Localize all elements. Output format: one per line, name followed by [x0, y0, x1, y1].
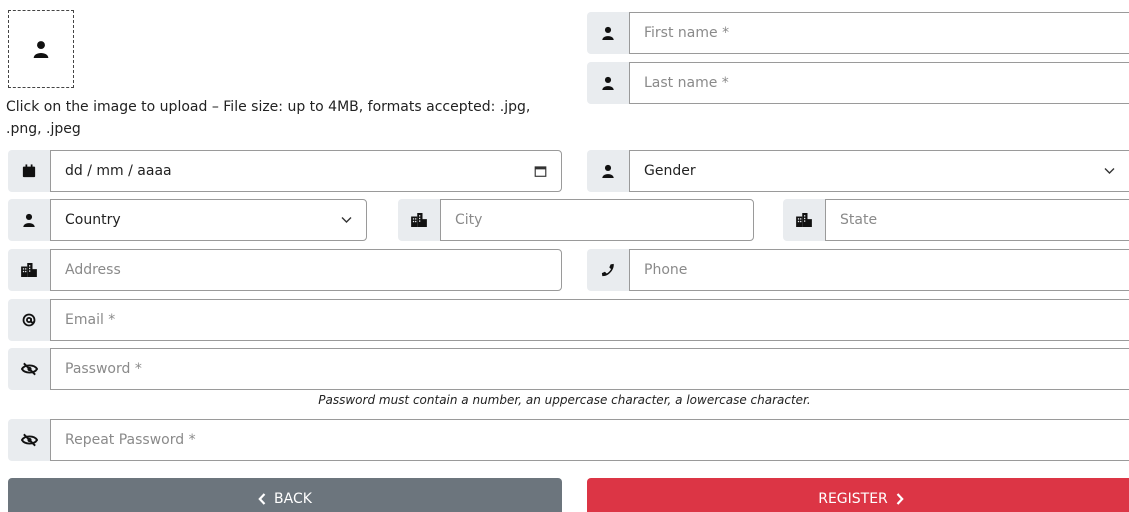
chevron-right-icon — [896, 493, 904, 505]
eye-slash-icon[interactable] — [8, 348, 50, 390]
city-placeholder: City — [455, 212, 483, 228]
password-placeholder: Password * — [65, 361, 142, 377]
state-placeholder: State — [840, 212, 878, 228]
calendar-icon — [8, 150, 50, 192]
at-icon — [8, 299, 50, 341]
address-placeholder: Address — [65, 262, 121, 278]
address-input[interactable]: Address — [50, 249, 562, 291]
birthdate-group: dd / mm / aaaa — [8, 150, 562, 192]
repeat-password-input[interactable]: Repeat Password * — [50, 419, 1129, 461]
email-placeholder: Email * — [65, 312, 116, 328]
password-group: Password * — [8, 348, 1129, 390]
register-button[interactable]: REGISTER — [587, 478, 1129, 512]
phone-placeholder: Phone — [644, 262, 688, 278]
first-name-group: First name * — [587, 12, 1129, 54]
gender-select[interactable]: Gender — [629, 150, 1129, 192]
eye-slash-icon[interactable] — [8, 419, 50, 461]
user-icon — [587, 62, 629, 104]
country-group: Country — [8, 199, 367, 241]
last-name-group: Last name * — [587, 62, 1129, 104]
building-icon — [783, 199, 825, 241]
birthdate-input[interactable]: dd / mm / aaaa — [50, 150, 562, 192]
country-select[interactable]: Country — [50, 199, 367, 241]
register-label: REGISTER — [818, 491, 888, 507]
phone-group: Phone — [587, 249, 1129, 291]
city-group: City — [398, 199, 754, 241]
address-group: Address — [8, 249, 562, 291]
user-icon — [587, 12, 629, 54]
phone-icon — [587, 249, 629, 291]
back-label: BACK — [274, 491, 312, 507]
user-icon — [8, 199, 50, 241]
phone-input[interactable]: Phone — [629, 249, 1129, 291]
repeat-password-group: Repeat Password * — [8, 419, 1129, 461]
gender-selected: Gender — [644, 163, 696, 179]
password-input[interactable]: Password * — [50, 348, 1129, 390]
last-name-placeholder: Last name * — [644, 75, 729, 91]
email-group: Email * — [8, 299, 1129, 341]
chevron-left-icon — [258, 493, 266, 505]
country-selected: Country — [65, 212, 121, 228]
birthdate-placeholder: dd / mm / aaaa — [65, 163, 172, 179]
gender-group: Gender — [587, 150, 1129, 192]
last-name-input[interactable]: Last name * — [629, 62, 1129, 104]
city-input[interactable]: City — [440, 199, 754, 241]
building-icon — [8, 249, 50, 291]
first-name-placeholder: First name * — [644, 25, 730, 41]
building-icon — [398, 199, 440, 241]
chevron-down-icon — [1104, 168, 1115, 175]
back-button[interactable]: BACK — [8, 478, 562, 512]
upload-note: Click on the image to upload – File size… — [6, 99, 531, 137]
state-input[interactable]: State — [825, 199, 1129, 241]
avatar-upload[interactable] — [8, 10, 74, 88]
user-icon — [587, 150, 629, 192]
state-group: State — [783, 199, 1129, 241]
user-icon — [32, 40, 50, 58]
repeat-password-placeholder: Repeat Password * — [65, 432, 196, 448]
email-input[interactable]: Email * — [50, 299, 1129, 341]
chevron-down-icon — [341, 217, 352, 224]
first-name-input[interactable]: First name * — [629, 12, 1129, 54]
password-hint: Password must contain a number, an upper… — [318, 393, 811, 407]
calendar-picker-icon[interactable] — [534, 165, 547, 178]
